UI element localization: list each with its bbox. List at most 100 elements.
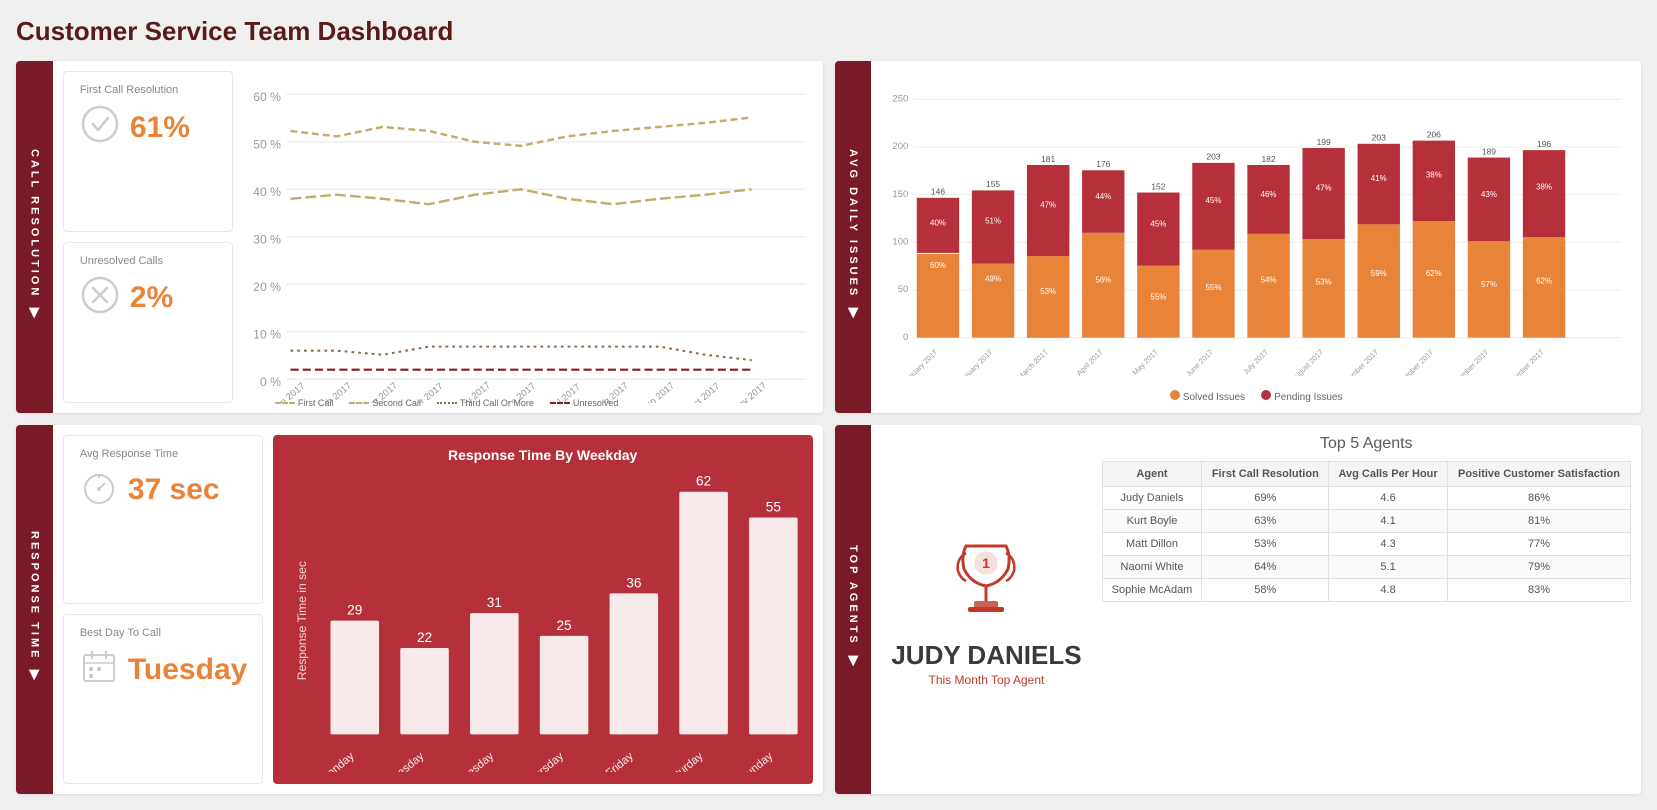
legend-pending: Pending Issues	[1261, 390, 1342, 403]
svg-text:47%: 47%	[1316, 183, 1332, 192]
timer-icon	[80, 468, 118, 513]
svg-text:October 2017: October 2017	[1397, 348, 1435, 376]
response-time-kpis: Avg Response Time 37 sec	[63, 435, 263, 784]
fcr-cell: 69%	[1202, 486, 1329, 509]
unresolved-value: 2%	[130, 281, 173, 315]
response-time-label: RESPONSE TIME ►	[16, 425, 53, 794]
svg-text:62: 62	[696, 473, 711, 488]
agent-name-cell: Kurt Boyle	[1102, 509, 1202, 532]
svg-text:1: 1	[983, 555, 991, 571]
svg-text:54%: 54%	[1261, 276, 1277, 285]
first-call-resolution-card: First Call Resolution 61%	[63, 71, 233, 232]
table-row: Matt Dillon 53% 4.3 77%	[1102, 532, 1630, 555]
svg-text:November 2017: November 2017	[1447, 348, 1491, 376]
col-agent: Agent	[1102, 461, 1202, 486]
top-agents-quadrant: TOP AGENTS ► 1	[835, 425, 1642, 794]
svg-text:Oct 2017: Oct 2017	[685, 381, 722, 402]
calendar-icon	[80, 647, 118, 692]
unresolved-label: Unresolved Calls	[80, 255, 163, 267]
svg-text:203: 203	[1372, 133, 1386, 143]
satisfaction-cell: 79%	[1447, 555, 1630, 578]
svg-text:40%: 40%	[930, 218, 946, 227]
svg-text:60 %: 60 %	[253, 90, 281, 104]
top-agents-arrow: ►	[842, 652, 863, 673]
dashboard-title: Customer Service Team Dashboard	[16, 16, 1641, 47]
col-calls-per-hour: Avg Calls Per Hour	[1329, 461, 1448, 486]
calls-per-hour-cell: 5.1	[1329, 555, 1448, 578]
avg-response-label: Avg Response Time	[80, 448, 178, 460]
agent-name-cell: Matt Dillon	[1102, 532, 1202, 555]
fcr-cell: 64%	[1202, 555, 1329, 578]
svg-text:150: 150	[893, 189, 909, 200]
svg-text:45%: 45%	[1206, 196, 1222, 205]
call-resolution-chart: 0 % 10 % 20 % 30 % 40 % 50 % 60 %	[243, 71, 813, 403]
svg-text:June 2017: June 2017	[1184, 348, 1215, 376]
svg-text:0: 0	[903, 332, 908, 343]
svg-text:36: 36	[626, 575, 641, 590]
svg-text:206: 206	[1427, 129, 1441, 139]
svg-text:25: 25	[556, 617, 571, 632]
legend-second-call: Second Call	[349, 398, 421, 409]
svg-text:55%: 55%	[1206, 283, 1222, 292]
call-resolution-side-label: CALL RESOLUTION	[28, 149, 40, 298]
agent-spotlight: 1 JUDY DANIELS This Month Top Agent	[881, 435, 1091, 784]
table-row: Judy Daniels 69% 4.6 86%	[1102, 486, 1630, 509]
avg-response-row: 37 sec	[80, 468, 220, 513]
svg-text:53%: 53%	[1041, 287, 1057, 296]
trophy-icon: 1	[946, 531, 1026, 633]
svg-text:55: 55	[766, 499, 781, 514]
svg-text:203: 203	[1207, 152, 1221, 162]
svg-text:July 2017: July 2017	[1242, 348, 1271, 376]
svg-text:April 2017: April 2017	[1075, 348, 1105, 376]
calls-per-hour-cell: 4.3	[1329, 532, 1448, 555]
svg-text:Nov 2017: Nov 2017	[731, 380, 769, 402]
svg-text:44%: 44%	[1096, 192, 1112, 201]
first-call-label: First Call Resolution	[80, 84, 178, 96]
svg-text:182: 182	[1262, 154, 1276, 164]
svg-text:Monday: Monday	[318, 750, 357, 772]
agents-table-wrap: Top 5 Agents Agent First Call Resolution…	[1102, 435, 1631, 784]
calls-per-hour-cell: 4.1	[1329, 509, 1448, 532]
response-time-side-label: RESPONSE TIME	[28, 531, 40, 660]
svg-text:196: 196	[1537, 139, 1551, 149]
avg-daily-side-label: AVG DAILY ISSUES	[847, 149, 859, 298]
satisfaction-cell: 83%	[1447, 578, 1630, 601]
svg-text:May 2017: May 2017	[1131, 348, 1160, 376]
fcr-cell: 53%	[1202, 532, 1329, 555]
svg-text:Thursday: Thursday	[522, 750, 566, 772]
svg-text:152: 152	[1152, 181, 1166, 191]
svg-text:Tuesday: Tuesday	[386, 750, 427, 772]
table-row: Kurt Boyle 63% 4.1 81%	[1102, 509, 1630, 532]
svg-text:176: 176	[1097, 159, 1111, 169]
svg-text:49%: 49%	[985, 275, 1001, 284]
svg-text:181: 181	[1041, 154, 1055, 164]
svg-text:Wednesday: Wednesday	[443, 750, 497, 772]
fcr-cell: 58%	[1202, 578, 1329, 601]
svg-text:155: 155	[986, 179, 1000, 189]
avg-daily-content: 0 50 100 150 200 250	[871, 61, 1641, 413]
unresolved-calls-card: Unresolved Calls 2%	[63, 242, 233, 403]
svg-text:30 %: 30 %	[253, 233, 281, 247]
best-day-card: Best Day To Call	[63, 614, 263, 784]
unresolved-row: 2%	[80, 275, 173, 322]
top-agents-side-label: TOP AGENTS	[847, 545, 859, 646]
satisfaction-cell: 86%	[1447, 486, 1630, 509]
avg-response-value: 37 sec	[128, 473, 220, 507]
best-day-label: Best Day To Call	[80, 627, 161, 639]
legend-solved: Solved Issues	[1170, 390, 1245, 403]
agent-name-cell: Judy Daniels	[1102, 486, 1202, 509]
satisfaction-cell: 77%	[1447, 532, 1630, 555]
svg-text:55%: 55%	[1151, 293, 1167, 302]
agent-name-cell: Sophie McAdam	[1102, 578, 1202, 601]
first-call-row: 61%	[80, 104, 190, 151]
svg-text:57%: 57%	[1481, 280, 1497, 289]
svg-text:0 %: 0 %	[260, 375, 281, 389]
svg-text:100: 100	[893, 236, 909, 247]
svg-text:51%: 51%	[985, 216, 1001, 225]
svg-text:Friday: Friday	[604, 750, 636, 772]
response-time-arrow: ►	[24, 666, 45, 687]
svg-text:56%: 56%	[1096, 276, 1112, 285]
svg-text:60%: 60%	[930, 261, 946, 270]
svg-text:46%: 46%	[1261, 190, 1277, 199]
table-row: Sophie McAdam 58% 4.8 83%	[1102, 578, 1630, 601]
